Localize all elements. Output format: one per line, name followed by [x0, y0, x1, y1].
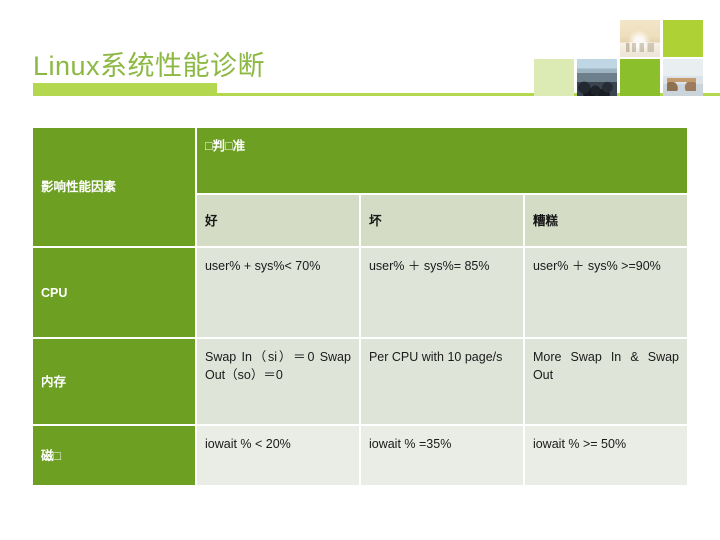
lime-green-tile: [663, 20, 703, 57]
green-tile: [620, 59, 660, 96]
photo-classroom-tile: [577, 59, 617, 96]
cell-disk-bad: iowait % =35%: [360, 426, 523, 485]
criteria-column-header: □判□准: [196, 128, 687, 193]
pale-green-tile: [534, 59, 574, 96]
cell-cpu-terrible: user% ＋ sys% >=90%: [524, 248, 687, 337]
cell-cpu-good: user% + sys%< 70%: [196, 248, 359, 337]
cell-memory-good: Swap In（si）＝0 Swap Out（so）＝0: [196, 339, 359, 424]
row-label-cpu: CPU: [33, 248, 195, 337]
cell-memory-bad: Per CPU with 10 page/s: [360, 339, 523, 424]
subheader-bad: 坏: [360, 195, 523, 246]
row-label-memory: 内存: [33, 339, 195, 424]
cell-disk-terrible: iowait % >= 50%: [524, 426, 687, 485]
table-row: 内存 Swap In（si）＝0 Swap Out（so）＝0 Per CPU …: [33, 339, 687, 424]
factor-column-header: 影响性能因素: [33, 128, 195, 246]
table-row: CPU user% + sys%< 70% user% ＋ sys%= 85% …: [33, 248, 687, 337]
table-header-row: 影响性能因素 □判□准: [33, 128, 687, 246]
photo-lobby-tile: [620, 20, 660, 57]
performance-criteria-table: 影响性能因素 □判□准 好 坏 糟糕 CPU user% + sys%< 70%…: [31, 126, 689, 487]
row-label-disk: 磁□: [33, 426, 195, 485]
slide-canvas: Linux系统性能诊断 影响性能因素 □判□准 好 坏 糟糕 CPU user%…: [0, 0, 720, 540]
subheader-good: 好: [196, 195, 359, 246]
cell-cpu-bad: user% ＋ sys%= 85%: [360, 248, 523, 337]
decorative-photo-mosaic: [534, 20, 720, 96]
subheader-terrible: 糟糕: [524, 195, 687, 246]
cell-disk-good: iowait % < 20%: [196, 426, 359, 485]
photo-office-tile: [663, 59, 703, 96]
table-row: 磁□ iowait % < 20% iowait % =35% iowait %…: [33, 426, 687, 485]
page-title: Linux系统性能诊断: [33, 51, 266, 82]
cell-memory-terrible: More Swap In & Swap Out: [524, 339, 687, 424]
